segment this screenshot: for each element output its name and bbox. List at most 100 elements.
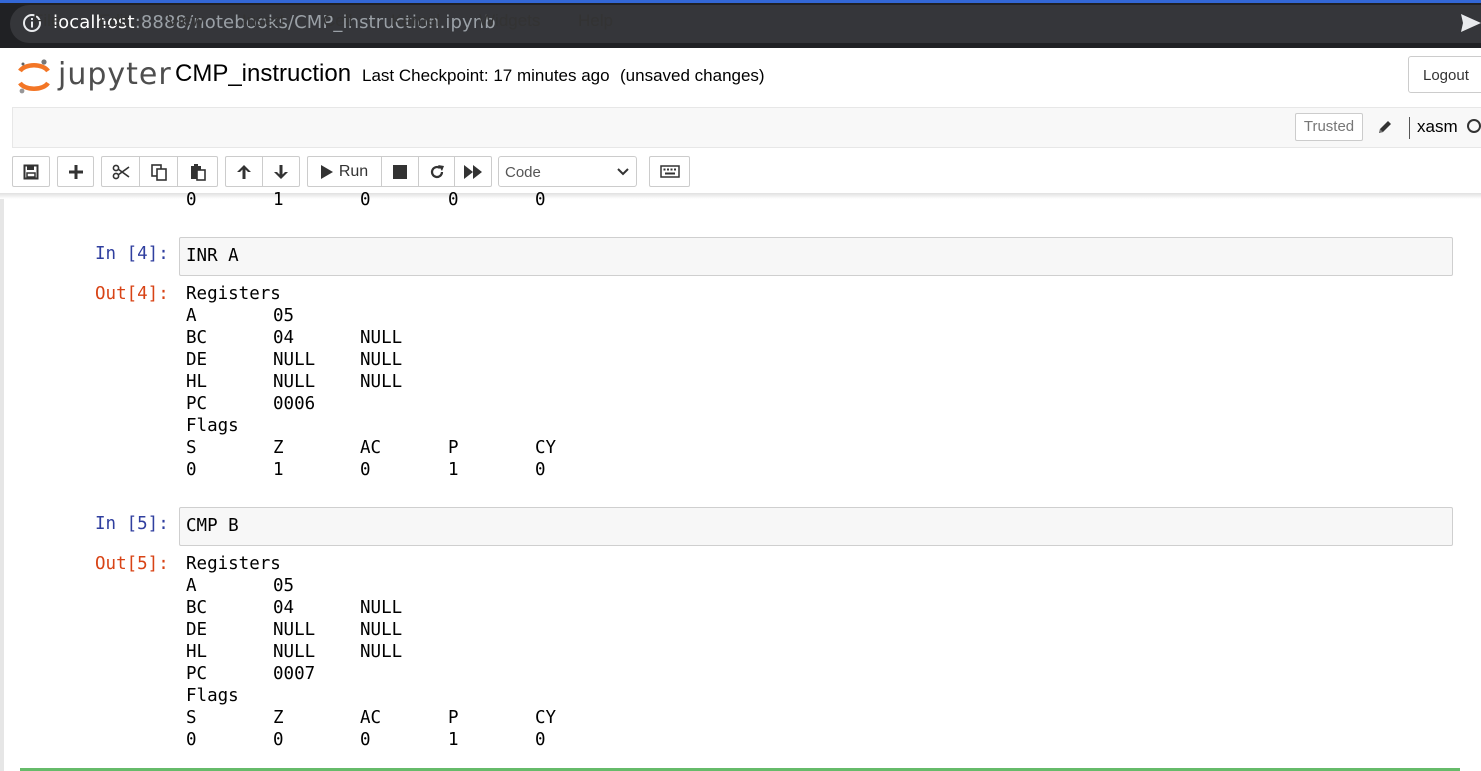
menu-insert[interactable]: Insert [242, 11, 285, 31]
output-value: 1 [273, 460, 284, 480]
scissors-icon [112, 164, 129, 179]
fast-forward-icon [464, 164, 482, 179]
input-prompt: In [4]: [95, 244, 169, 264]
menu-edit[interactable]: Edit [99, 11, 128, 31]
output-value: Registers [186, 284, 281, 304]
output-value: HL [186, 372, 208, 392]
output-value: S [186, 438, 197, 458]
logout-button[interactable]: Logout [1408, 56, 1481, 93]
output-value: HL [186, 642, 208, 662]
menu-view[interactable]: View [167, 11, 204, 31]
output-value: 0 [535, 460, 546, 480]
kernel-name[interactable]: xasm [1417, 117, 1458, 137]
run-label: Run [338, 162, 369, 180]
output-value: Z [273, 708, 284, 728]
output-value: NULL [360, 642, 403, 662]
cut-button[interactable] [101, 156, 140, 187]
save-button[interactable] [12, 156, 50, 187]
output-value: NULL [360, 328, 403, 348]
chevron-down-icon [617, 168, 629, 176]
output-value: 04 [273, 598, 295, 618]
output-value: 0007 [273, 664, 316, 684]
keyboard-icon [659, 165, 680, 178]
notebook-title[interactable]: CMP_instruction [175, 60, 351, 88]
command-palette-button[interactable] [649, 156, 690, 187]
output-prompt: Out[4]: [95, 284, 169, 304]
browser-address-bar: localhost:8888/notebooks/CMP_instruction… [0, 0, 1481, 48]
output-value: 0 [186, 190, 197, 210]
output-value: 0 [186, 730, 197, 750]
output-value: 0 [186, 460, 197, 480]
output-value: 1 [448, 730, 459, 750]
output-value: 0 [360, 460, 371, 480]
code-input-area[interactable]: INR A [179, 237, 1453, 276]
output-value: 0 [535, 190, 546, 210]
paste-button[interactable] [177, 156, 218, 187]
menu-kernel[interactable]: Kernel [391, 11, 440, 31]
output-value: NULL [273, 642, 316, 662]
jupyter-logo-icon[interactable] [17, 58, 51, 96]
paste-icon [190, 163, 206, 181]
restart-button[interactable] [418, 156, 455, 187]
output-value: AC [360, 438, 382, 458]
checkpoint-status: Last Checkpoint: 17 minutes ago [362, 66, 610, 85]
output-value: NULL [273, 372, 316, 392]
pencil-icon[interactable] [1377, 119, 1393, 135]
save-icon [23, 164, 39, 179]
arrow-down-icon [274, 164, 288, 179]
menu-bar [12, 107, 1481, 148]
notebook-left-gutter [0, 199, 4, 771]
arrow-up-icon [237, 164, 251, 179]
output-value: CY [535, 438, 557, 458]
kernel-separator [1409, 117, 1410, 139]
output-value: P [448, 438, 459, 458]
output-prompt: Out[5]: [95, 554, 169, 574]
output-value: Flags [186, 416, 239, 436]
code-input-area[interactable]: CMP B [179, 507, 1453, 546]
copy-icon [150, 163, 167, 181]
copy-button[interactable] [139, 156, 178, 187]
browser-accent-line [0, 0, 1481, 3]
output-value: NULL [360, 620, 403, 640]
insert-cell-button[interactable] [57, 156, 94, 187]
output-value: BC [186, 328, 208, 348]
output-value: P [448, 708, 459, 728]
output-value: DE [186, 350, 208, 370]
output-value: 0 [535, 730, 546, 750]
output-value: DE [186, 620, 208, 640]
restart-run-all-button[interactable] [454, 156, 492, 187]
menu-widgets[interactable]: Widgets [479, 11, 540, 31]
output-value: S [186, 708, 197, 728]
menu-help[interactable]: Help [578, 11, 613, 31]
output-value: 0006 [273, 394, 316, 414]
output-value: 1 [273, 190, 284, 210]
output-value: Registers [186, 554, 281, 574]
output-value: BC [186, 598, 208, 618]
code-text: INR A [186, 246, 239, 266]
cell-type-select[interactable]: Code [498, 156, 637, 187]
output-value: NULL [273, 620, 316, 640]
kernel-status-icon [1467, 119, 1481, 133]
move-down-button[interactable] [262, 156, 300, 187]
output-value: Z [273, 438, 284, 458]
jupyter-logo-text[interactable]: jupyter [58, 57, 172, 92]
output-value: 0 [448, 190, 459, 210]
output-value: 0 [360, 730, 371, 750]
output-value: NULL [273, 350, 316, 370]
menu-file[interactable]: File [33, 11, 60, 31]
output-value: AC [360, 708, 382, 728]
output-value: 05 [273, 306, 295, 326]
interrupt-button[interactable] [381, 156, 419, 187]
output-value: A [186, 306, 197, 326]
trusted-badge[interactable]: Trusted [1295, 113, 1363, 141]
output-value: CY [535, 708, 557, 728]
output-value: Flags [186, 686, 239, 706]
output-value: A [186, 576, 197, 596]
menu-cell[interactable]: Cell [323, 11, 352, 31]
move-up-button[interactable] [225, 156, 263, 187]
input-prompt: In [5]: [95, 514, 169, 534]
output-value: 0 [273, 730, 284, 750]
run-button[interactable]: Run [307, 156, 382, 187]
send-icon[interactable] [1460, 13, 1481, 33]
output-value: NULL [360, 372, 403, 392]
